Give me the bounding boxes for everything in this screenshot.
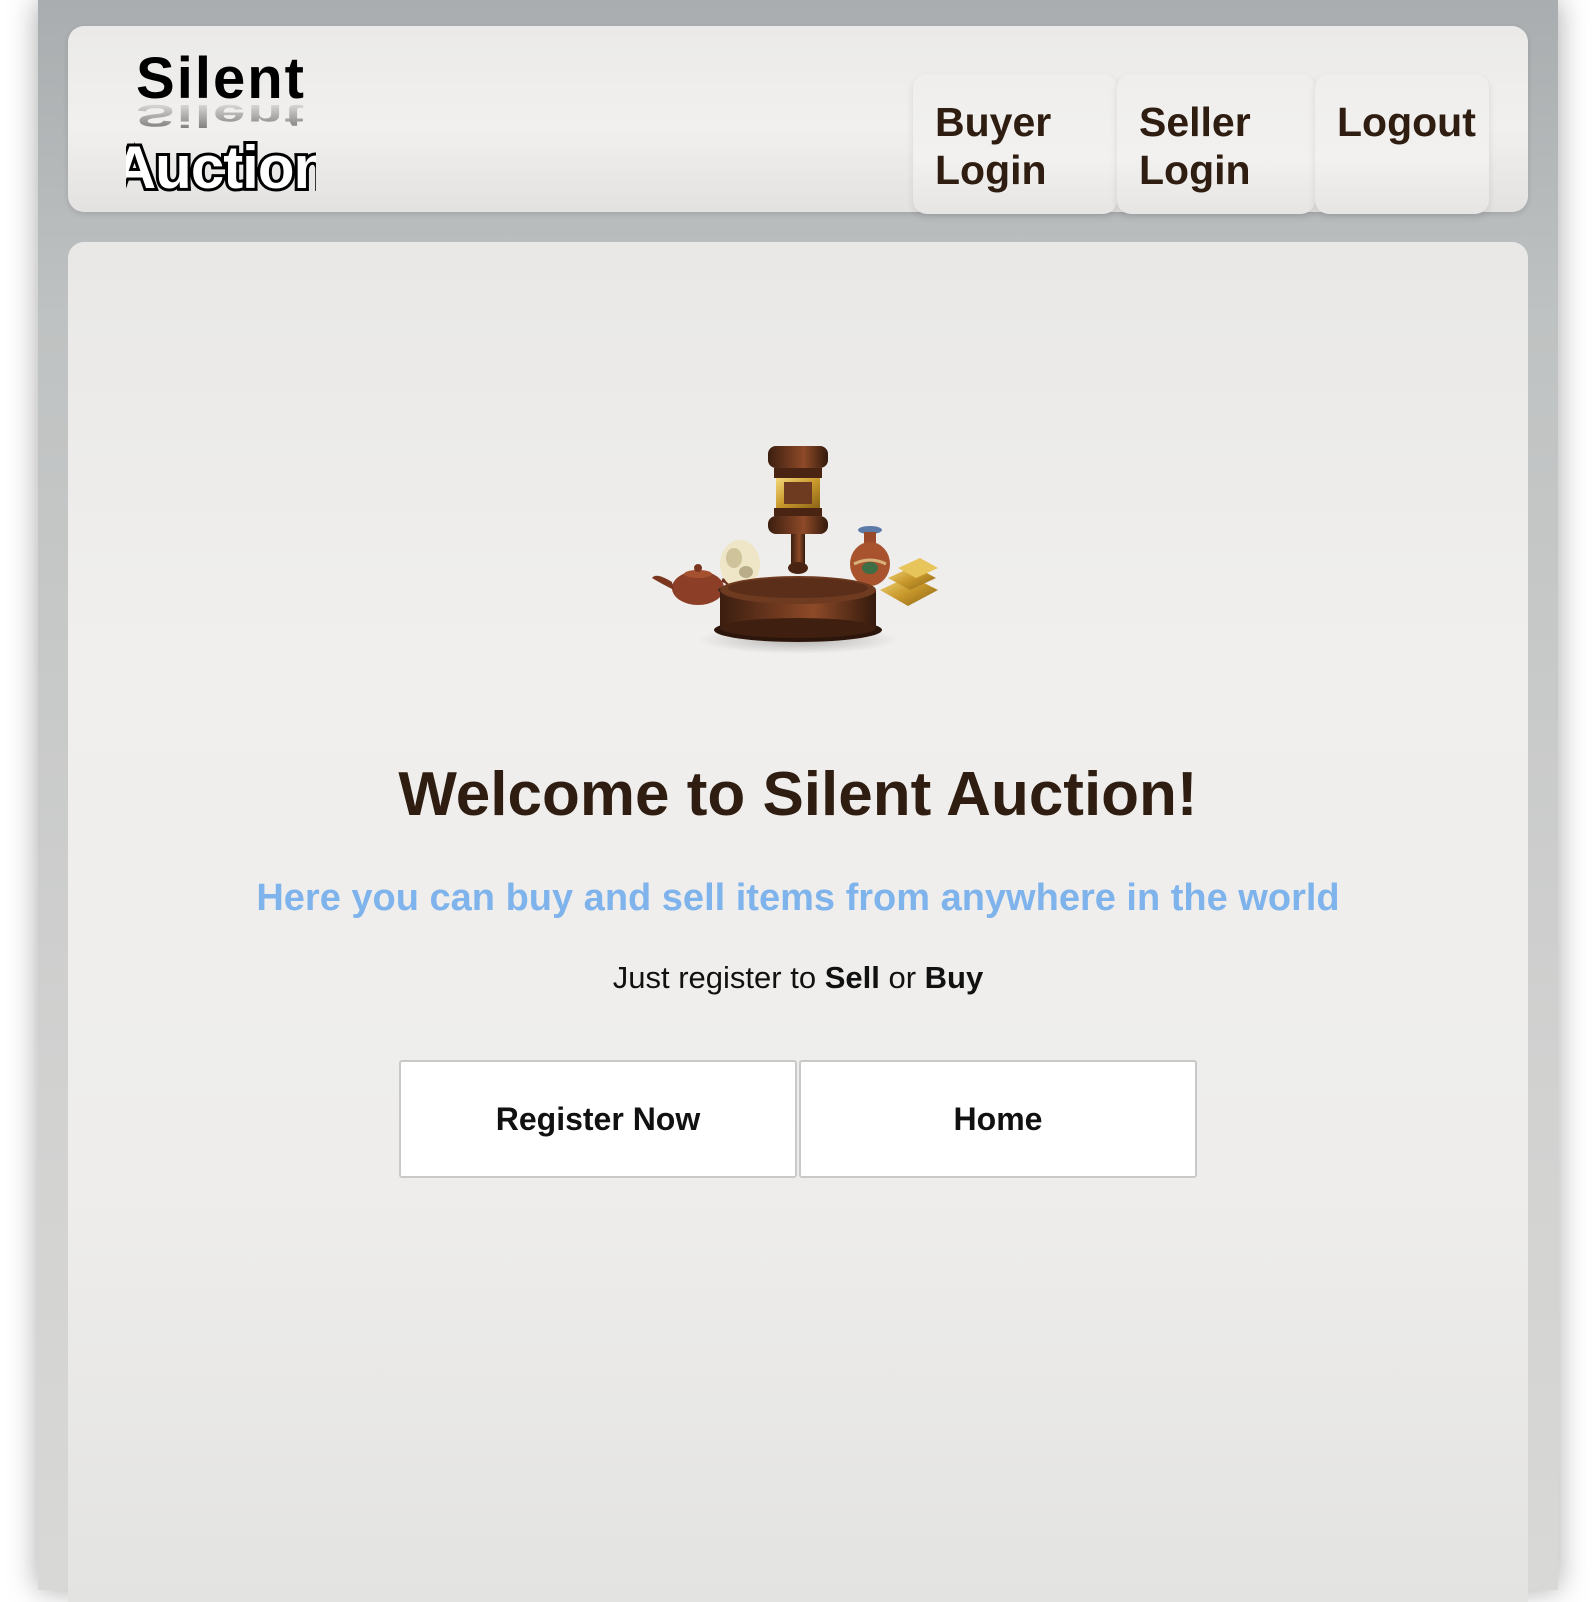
welcome-heading: Welcome to Silent Auction! — [398, 760, 1198, 829]
register-prompt-prefix: Just register to — [612, 960, 825, 995]
nav-seller-login-line2: Login — [1139, 147, 1251, 193]
site-logo[interactable]: Silent Silent Auction — [126, 40, 316, 200]
nav-buyer-login-line2: Login — [935, 147, 1047, 193]
nav-logout[interactable]: Logout — [1315, 74, 1489, 214]
register-prompt: Just register to Sell or Buy — [68, 958, 1528, 998]
site-header: Silent Silent Auction Buyer Login Seller… — [68, 26, 1528, 214]
hero-image — [648, 440, 948, 670]
register-prompt-buy: Buy — [924, 960, 984, 995]
logo-line2: Auction — [126, 134, 316, 200]
nav-buyer-login[interactable]: Buyer Login — [913, 74, 1117, 214]
nav-buyer-login-line1: Buyer — [935, 99, 1052, 145]
home-button[interactable]: Home — [799, 1060, 1197, 1178]
tagline: Here you can buy and sell items from any… — [256, 877, 1340, 919]
register-prompt-sell: Sell — [824, 960, 880, 995]
main-panel: Welcome to Silent Auction! Here you can … — [68, 242, 1528, 1602]
auction-gavel-icon — [652, 446, 938, 654]
nav-logout-label: Logout — [1337, 99, 1476, 145]
page-frame: Silent Silent Auction Buyer Login Seller… — [38, 0, 1558, 1602]
nav-seller-login-line1: Seller — [1139, 99, 1251, 145]
logo-reflection: Silent — [136, 98, 306, 133]
register-now-button[interactable]: Register Now — [399, 1060, 797, 1178]
register-prompt-or: or — [879, 960, 925, 995]
silent-auction-logo-icon: Silent Silent Auction — [126, 46, 316, 200]
nav-seller-login[interactable]: Seller Login — [1117, 74, 1315, 214]
